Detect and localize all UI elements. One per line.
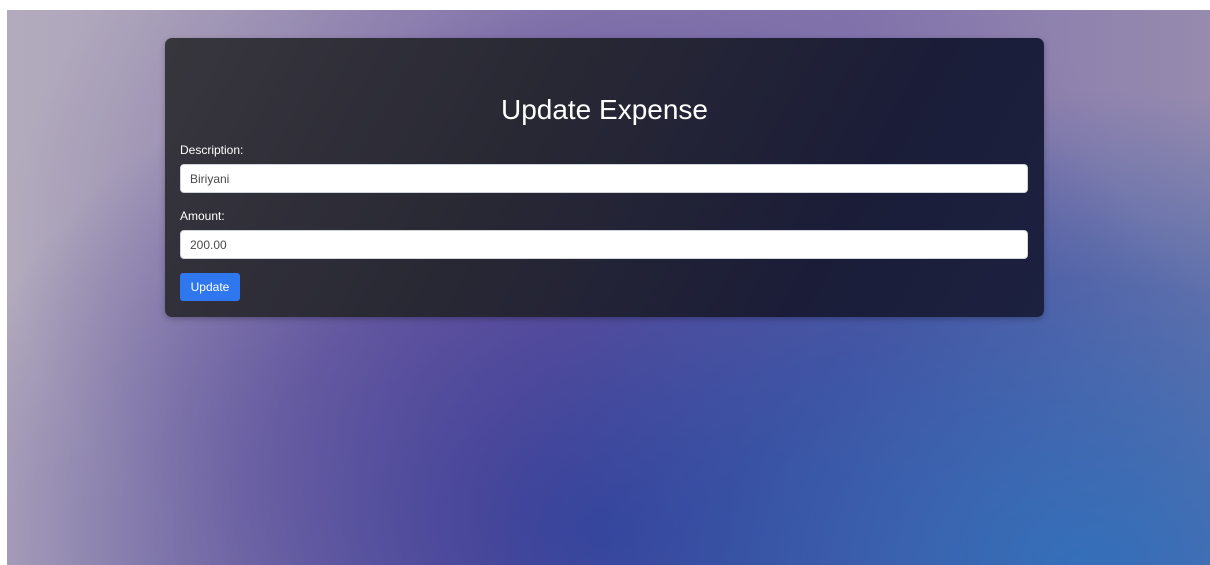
page-background: Update Expense Description: Amount: Upda… <box>7 10 1210 565</box>
description-input[interactable] <box>180 164 1028 193</box>
page-title: Update Expense <box>500 94 709 125</box>
amount-input[interactable] <box>180 230 1028 259</box>
update-expense-card: Update Expense Description: Amount: Upda… <box>165 38 1044 317</box>
description-label: Description: <box>180 143 244 157</box>
update-button[interactable]: Update <box>180 273 240 301</box>
amount-label: Amount: <box>180 209 225 223</box>
